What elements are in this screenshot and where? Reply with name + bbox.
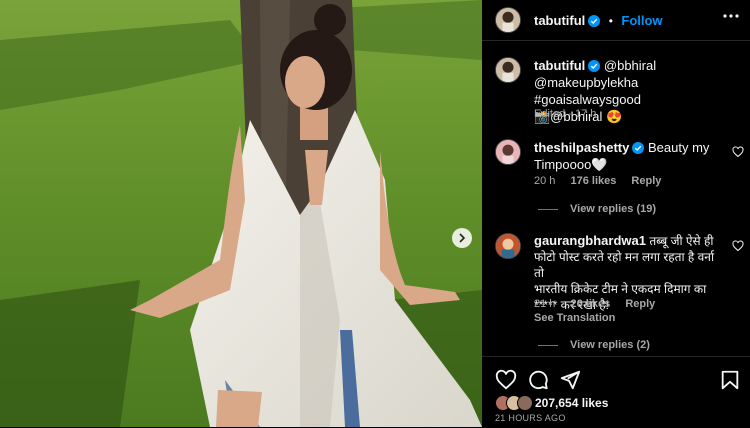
divider xyxy=(538,208,558,210)
like-comment-heart-icon[interactable] xyxy=(732,240,744,252)
commenter-avatar[interactable] xyxy=(495,139,521,165)
post-side-panel: tabutiful • Follow tabutiful @bbhiral @m… xyxy=(482,0,750,427)
like-comment-heart-icon[interactable] xyxy=(732,146,744,158)
view-replies-label: View replies (2) xyxy=(570,339,650,351)
verified-icon xyxy=(588,15,601,27)
verified-icon xyxy=(588,60,601,72)
liker-avatar xyxy=(517,395,533,411)
verified-icon xyxy=(632,142,645,154)
view-replies-label: View replies (19) xyxy=(570,203,657,215)
heart-icon[interactable] xyxy=(495,369,517,391)
post-timestamp: 21 HOURS AGO xyxy=(495,413,566,423)
post-viewer: tabutiful • Follow tabutiful @bbhiral @m… xyxy=(0,0,750,427)
caption-username[interactable]: tabutiful xyxy=(534,58,585,73)
comment-text-cont: फोटो पोस्ट करते रहो मन लगा रहता है वर्ना… xyxy=(534,250,715,280)
liked-by-avatars[interactable] xyxy=(495,395,539,411)
comment-icon[interactable] xyxy=(527,369,549,391)
reply-button[interactable]: Reply xyxy=(631,175,661,187)
view-replies-button[interactable]: View replies (2) xyxy=(538,339,650,351)
caption-avatar[interactable] xyxy=(495,57,521,83)
comment-likes[interactable]: 176 likes xyxy=(570,175,616,187)
see-translation-label: See Translation xyxy=(534,312,616,324)
post-image[interactable] xyxy=(0,0,482,427)
author-username[interactable]: tabutiful xyxy=(534,13,585,28)
reply-button[interactable]: Reply xyxy=(625,298,655,310)
separator-dot: • xyxy=(608,14,613,28)
comment-text-cont: Timpoooo🤍 xyxy=(534,157,608,172)
comment-time: 21 h xyxy=(534,298,556,310)
caption-line-2[interactable]: @makeupbylekha #goaisalwaysgood xyxy=(534,75,641,107)
see-translation-button[interactable]: See Translation xyxy=(534,312,615,324)
comment-text: Beauty my xyxy=(647,140,710,155)
comment-text-cont: भारतीय क्रिकेट टीम ने एकदम दिमाग का xyxy=(534,282,707,296)
chevron-right-icon xyxy=(459,233,466,243)
commenter-avatar[interactable] xyxy=(495,233,521,259)
more-icon[interactable] xyxy=(723,14,739,18)
follow-button[interactable]: Follow xyxy=(621,13,662,28)
post-actions: 207,654 likes 21 HOURS AGO xyxy=(482,356,750,428)
comment-username[interactable]: theshilpashetty xyxy=(534,140,629,155)
post-header: tabutiful • Follow xyxy=(482,0,750,41)
view-replies-button[interactable]: View replies (19) xyxy=(538,203,656,215)
like-count[interactable]: 207,654 likes xyxy=(535,396,608,410)
post-photo-illustration xyxy=(0,0,482,427)
comment-likes[interactable]: 26 likes xyxy=(570,298,610,310)
comment-meta: 20 h 176 likes Reply xyxy=(534,175,661,187)
bookmark-icon[interactable] xyxy=(719,369,741,391)
comment-meta: 21 h 26 likes Reply xyxy=(534,298,655,310)
comment-time: 20 h xyxy=(534,175,556,187)
comment-text: तब्बू जी ऐसे ही xyxy=(649,234,714,248)
caption-mention[interactable]: @bbhiral xyxy=(604,58,656,73)
caption-meta: Edited · 17 h xyxy=(534,108,597,120)
next-image-button[interactable] xyxy=(452,228,472,248)
comment-username[interactable]: gaurangbhardwa1 xyxy=(534,233,646,248)
share-icon[interactable] xyxy=(559,369,581,391)
author-avatar[interactable] xyxy=(495,7,521,33)
divider xyxy=(538,344,558,346)
